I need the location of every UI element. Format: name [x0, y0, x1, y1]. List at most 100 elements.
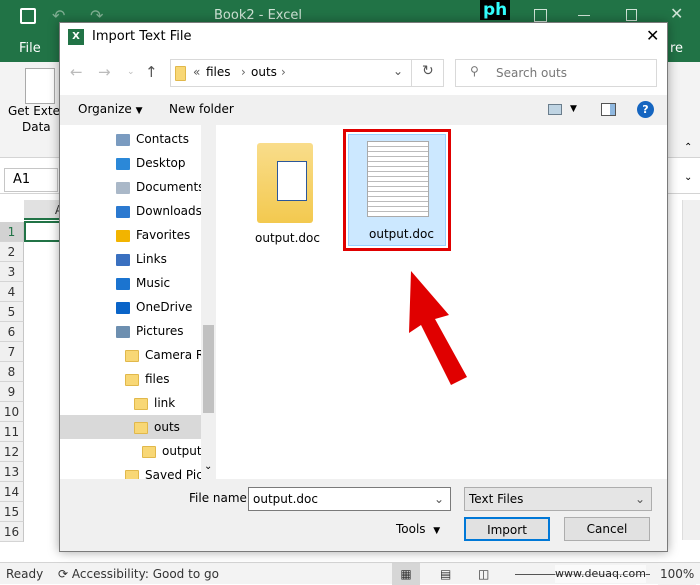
- import-button[interactable]: Import: [464, 517, 550, 541]
- documents-icon: [116, 181, 130, 194]
- tools-button[interactable]: Tools ▼: [396, 522, 440, 536]
- address-bar[interactable]: « files › outs › ⌄ ↻: [170, 59, 444, 87]
- row-header[interactable]: 7: [0, 342, 24, 362]
- nav-item-onedrive[interactable]: OneDrive: [60, 295, 192, 319]
- file-name-input[interactable]: output.doc ⌄: [248, 487, 451, 511]
- nav-item-contacts[interactable]: Contacts: [60, 127, 189, 151]
- row-header[interactable]: 11: [0, 422, 24, 442]
- nav-item-favorites[interactable]: Favorites: [60, 223, 190, 247]
- nav-item-label: files: [145, 372, 170, 386]
- file-type-select[interactable]: Text Files ⌄: [464, 487, 652, 511]
- links-icon: [116, 253, 130, 266]
- help-icon[interactable]: ?: [637, 101, 654, 118]
- cancel-button[interactable]: Cancel: [564, 517, 650, 541]
- file-item[interactable]: output.doc: [247, 135, 327, 255]
- search-input[interactable]: Search outs: [455, 59, 657, 87]
- get-external-data-line2[interactable]: Data: [22, 120, 51, 134]
- normal-view-icon[interactable]: ▦: [392, 563, 420, 585]
- row-header[interactable]: 12: [0, 442, 24, 462]
- search-icon: ⚲: [470, 64, 479, 78]
- zoom-level[interactable]: 100%: [658, 563, 697, 585]
- row-header[interactable]: 14: [0, 482, 24, 502]
- get-data-icon[interactable]: [25, 68, 55, 104]
- nav-item-music[interactable]: Music: [60, 271, 170, 295]
- nav-item-documents[interactable]: Documents: [60, 175, 204, 199]
- nav-item-label: OneDrive: [136, 300, 193, 314]
- refresh-icon[interactable]: ↻: [422, 63, 434, 79]
- import-text-file-dialog: X Import Text File ✕ ← → ⌄ ↑ « files › o…: [59, 22, 668, 552]
- row-header[interactable]: 9: [0, 382, 24, 402]
- row-header[interactable]: 3: [0, 262, 24, 282]
- minimize-icon[interactable]: [578, 15, 590, 16]
- nav-item-files[interactable]: files: [60, 367, 170, 391]
- maximize-icon[interactable]: [626, 9, 637, 21]
- breadcrumb-outs[interactable]: outs: [251, 65, 277, 79]
- nav-item-label: Music: [136, 276, 171, 290]
- window-title: Book2 - Excel: [214, 8, 303, 23]
- tab-file[interactable]: File: [19, 41, 41, 56]
- breadcrumb-overflow[interactable]: «: [193, 65, 200, 79]
- tab-share[interactable]: re: [670, 41, 683, 56]
- scroll-down-icon[interactable]: ⌄: [204, 461, 212, 472]
- up-icon[interactable]: ↑: [145, 63, 158, 81]
- selection-highlight: output.doc: [348, 134, 446, 246]
- file-item-selected[interactable]: output.doc: [343, 129, 451, 251]
- nav-item-outs[interactable]: outs: [60, 415, 201, 439]
- folder-icon: [134, 397, 148, 410]
- chevron-right-icon[interactable]: ›: [241, 65, 246, 79]
- file-list: output.doc output.doc: [217, 125, 667, 479]
- ribbon-display-icon[interactable]: [534, 9, 547, 22]
- vertical-scrollbar[interactable]: [682, 200, 700, 540]
- nav-item-saved-pict[interactable]: Saved Pict: [60, 463, 208, 479]
- downloads-icon: [116, 205, 130, 218]
- nav-item-pictures[interactable]: Pictures: [60, 319, 184, 343]
- row-header[interactable]: 10: [0, 402, 24, 422]
- chevron-down-icon[interactable]: ⌄: [434, 488, 444, 510]
- row-header[interactable]: 4: [0, 282, 24, 302]
- chevron-right-icon[interactable]: ›: [281, 65, 286, 79]
- recent-dropdown-icon[interactable]: ⌄: [127, 67, 135, 77]
- row-header[interactable]: 13: [0, 462, 24, 482]
- row-header[interactable]: 6: [0, 322, 24, 342]
- row-header[interactable]: 8: [0, 362, 24, 382]
- row-header[interactable]: 2: [0, 242, 24, 262]
- view-options-icon[interactable]: [548, 104, 562, 115]
- forward-icon[interactable]: →: [98, 63, 111, 81]
- dialog-close-icon[interactable]: ✕: [646, 26, 659, 45]
- formula-expand-icon[interactable]: ⌄: [684, 172, 692, 183]
- nav-item-label: Desktop: [136, 156, 186, 170]
- nav-item-downloads[interactable]: Downloads: [60, 199, 202, 223]
- row-header[interactable]: 1: [0, 222, 24, 242]
- nav-item-desktop[interactable]: Desktop: [60, 151, 186, 175]
- row-header[interactable]: 15: [0, 502, 24, 522]
- dialog-footer: File name: output.doc ⌄ Text Files ⌄ Tools…: [60, 479, 667, 551]
- nav-item-links[interactable]: Links: [60, 247, 167, 271]
- breadcrumb-files[interactable]: files: [206, 65, 231, 79]
- address-dropdown-icon[interactable]: ⌄: [393, 64, 403, 78]
- chevron-down-icon: ▼: [135, 106, 143, 116]
- ribbon-collapse-icon[interactable]: ⌃: [684, 142, 692, 153]
- organize-button[interactable]: Organize ▼: [78, 95, 143, 125]
- name-box[interactable]: A1: [4, 168, 58, 192]
- new-folder-button[interactable]: New folder: [169, 95, 234, 123]
- nav-scrollbar[interactable]: ⌄: [201, 125, 216, 479]
- back-icon[interactable]: ←: [70, 63, 83, 81]
- nav-item-label: Documents: [136, 180, 205, 194]
- accessibility-status[interactable]: ⟳ Accessibility: Good to go: [58, 563, 219, 585]
- nav-item-camera-ro[interactable]: Camera Ro: [60, 343, 211, 367]
- excel-icon: X: [68, 29, 84, 45]
- page-break-icon[interactable]: ◫: [478, 563, 489, 585]
- nav-item-output-[interactable]: output.: [60, 439, 205, 463]
- close-icon[interactable]: ✕: [670, 4, 683, 23]
- row-header[interactable]: 16: [0, 522, 24, 542]
- preview-pane-icon[interactable]: [601, 103, 616, 116]
- scroll-thumb[interactable]: [203, 325, 214, 413]
- folder-icon: [175, 66, 186, 81]
- page-layout-icon[interactable]: ▤: [440, 563, 451, 585]
- row-header[interactable]: 5: [0, 302, 24, 322]
- file-name: output.doc: [369, 227, 434, 241]
- nav-item-link[interactable]: link: [60, 391, 175, 415]
- status-bar: Ready ⟳ Accessibility: Good to go ▦ ▤ ◫ …: [0, 562, 700, 585]
- save-icon[interactable]: [20, 8, 36, 24]
- view-dropdown-icon[interactable]: ▼: [570, 95, 577, 123]
